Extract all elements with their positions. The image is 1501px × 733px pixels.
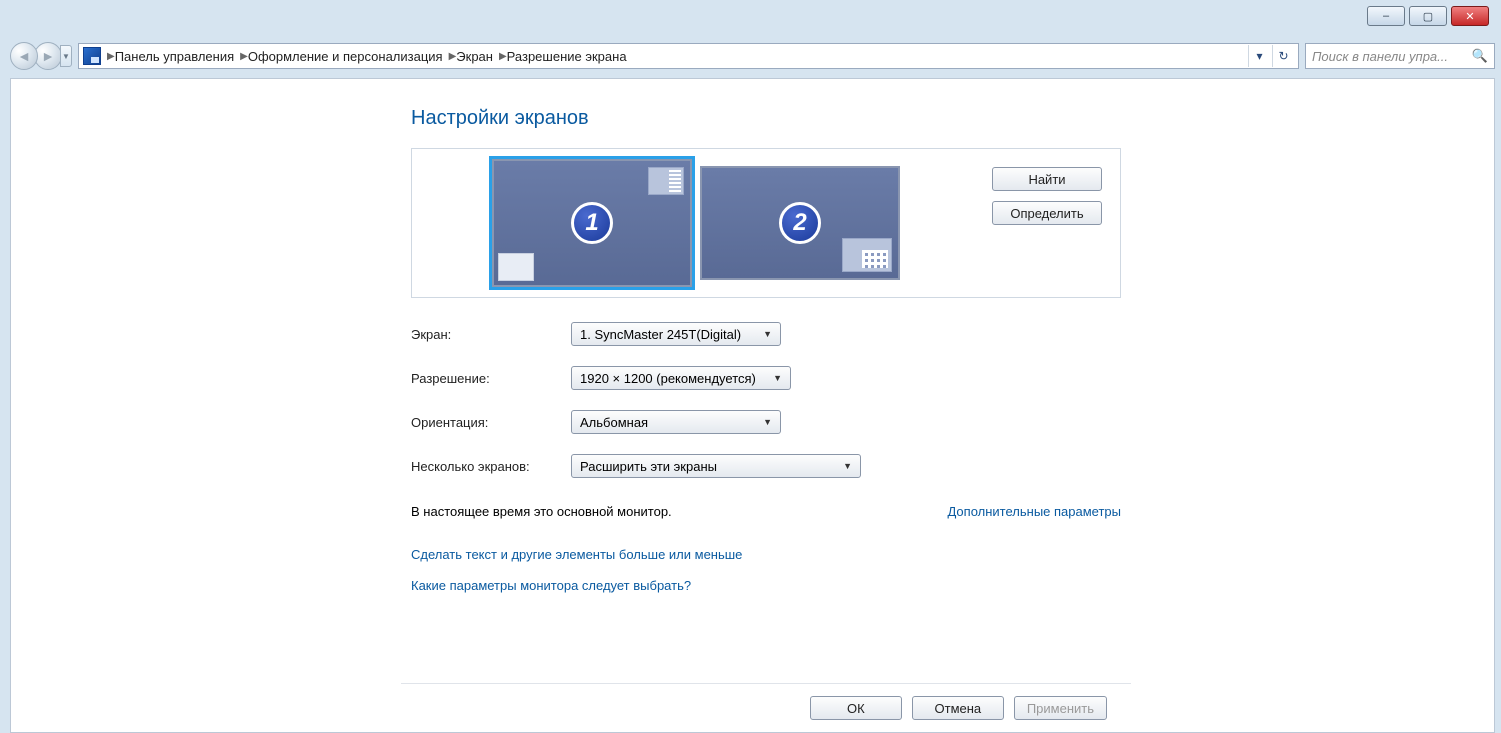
refresh-icon: ↻ [1278, 49, 1288, 63]
monitor-2[interactable]: 2 [700, 166, 900, 280]
address-dropdown-button[interactable]: ▾ [1248, 45, 1270, 67]
primary-monitor-note: В настоящее время это основной монитор. [411, 504, 672, 519]
resolution-label: Разрешение: [411, 371, 571, 386]
navigation-row: ◄ ► ▼ ▶ Панель управления ▶ Оформление и… [10, 40, 1495, 72]
screen-select-value: 1. SyncMaster 245T(Digital) [580, 327, 741, 342]
screen-label: Экран: [411, 327, 571, 342]
which-monitor-link[interactable]: Какие параметры монитора следует выбрать… [411, 578, 1464, 593]
breadcrumb-appearance[interactable]: Оформление и персонализация [248, 49, 449, 64]
text-size-link[interactable]: Сделать текст и другие элементы больше и… [411, 547, 1464, 562]
find-button[interactable]: Найти [992, 167, 1102, 191]
monitor-1[interactable]: 1 [492, 159, 692, 287]
maximize-button[interactable]: ▢ [1409, 6, 1447, 26]
content-panel: Настройки экранов 1 2 Найти Определить Э… [10, 78, 1495, 733]
nav-arrows: ◄ ► ▼ [10, 42, 72, 70]
cancel-button[interactable]: Отмена [912, 696, 1004, 720]
monitor-taskbar-icon [498, 253, 534, 281]
chevron-down-icon: ▼ [763, 417, 772, 427]
ok-button[interactable]: ОК [810, 696, 902, 720]
refresh-button[interactable]: ↻ [1272, 45, 1294, 67]
search-placeholder: Поиск в панели упра... [1312, 49, 1448, 64]
chevron-right-icon: ▶ [240, 51, 248, 62]
monitor-window-icon [648, 167, 684, 195]
back-button[interactable]: ◄ [10, 42, 38, 70]
orientation-select[interactable]: Альбомная ▼ [571, 410, 781, 434]
footer-buttons: ОК Отмена Применить [401, 683, 1131, 732]
screen-select[interactable]: 1. SyncMaster 245T(Digital) ▼ [571, 322, 781, 346]
resolution-select-value: 1920 × 1200 (рекомендуется) [580, 371, 756, 386]
orientation-label: Ориентация: [411, 415, 571, 430]
multi-displays-label: Несколько экранов: [411, 459, 571, 474]
chevron-down-icon: ▾ [1256, 49, 1262, 63]
monitor-1-badge: 1 [571, 202, 613, 244]
arrow-right-icon: ► [41, 48, 55, 64]
chevron-right-icon: ▶ [499, 51, 507, 62]
monitor-preview-box: 1 2 Найти Определить [411, 148, 1121, 298]
chevron-right-icon: ▶ [449, 51, 457, 62]
resolution-select[interactable]: 1920 × 1200 (рекомендуется) ▼ [571, 366, 791, 390]
chevron-down-icon: ▼ [763, 329, 772, 339]
close-button[interactable]: ✕ [1451, 6, 1489, 26]
chevron-right-icon: ▶ [107, 51, 115, 62]
forward-button[interactable]: ► [34, 42, 62, 70]
page-title: Настройки экранов [411, 107, 1464, 130]
identify-button[interactable]: Определить [992, 201, 1102, 225]
multi-displays-value: Расширить эти экраны [580, 459, 717, 474]
search-input[interactable]: Поиск в панели упра... 🔍 [1305, 43, 1495, 69]
orientation-select-value: Альбомная [580, 415, 648, 430]
breadcrumb-resolution[interactable]: Разрешение экрана [507, 49, 633, 64]
nav-history-dropdown[interactable]: ▼ [60, 45, 72, 67]
arrow-left-icon: ◄ [17, 48, 31, 64]
apply-button[interactable]: Применить [1014, 696, 1107, 720]
chevron-down-icon: ▼ [62, 52, 70, 61]
minimize-icon: – [1383, 10, 1389, 22]
breadcrumb-display[interactable]: Экран [456, 49, 499, 64]
monitor-grid-icon [842, 238, 892, 272]
search-icon: 🔍 [1472, 48, 1488, 64]
close-icon: ✕ [1465, 10, 1474, 23]
minimize-button[interactable]: – [1367, 6, 1405, 26]
display-settings-icon [83, 47, 101, 65]
advanced-settings-link[interactable]: Дополнительные параметры [947, 504, 1121, 519]
multi-displays-select[interactable]: Расширить эти экраны ▼ [571, 454, 861, 478]
address-bar[interactable]: ▶ Панель управления ▶ Оформление и персо… [78, 43, 1299, 69]
maximize-icon: ▢ [1423, 10, 1433, 23]
breadcrumb-control-panel[interactable]: Панель управления [115, 49, 240, 64]
chevron-down-icon: ▼ [843, 461, 852, 471]
chevron-down-icon: ▼ [773, 373, 782, 383]
monitor-2-badge: 2 [779, 202, 821, 244]
window-controls: – ▢ ✕ [1367, 6, 1489, 26]
